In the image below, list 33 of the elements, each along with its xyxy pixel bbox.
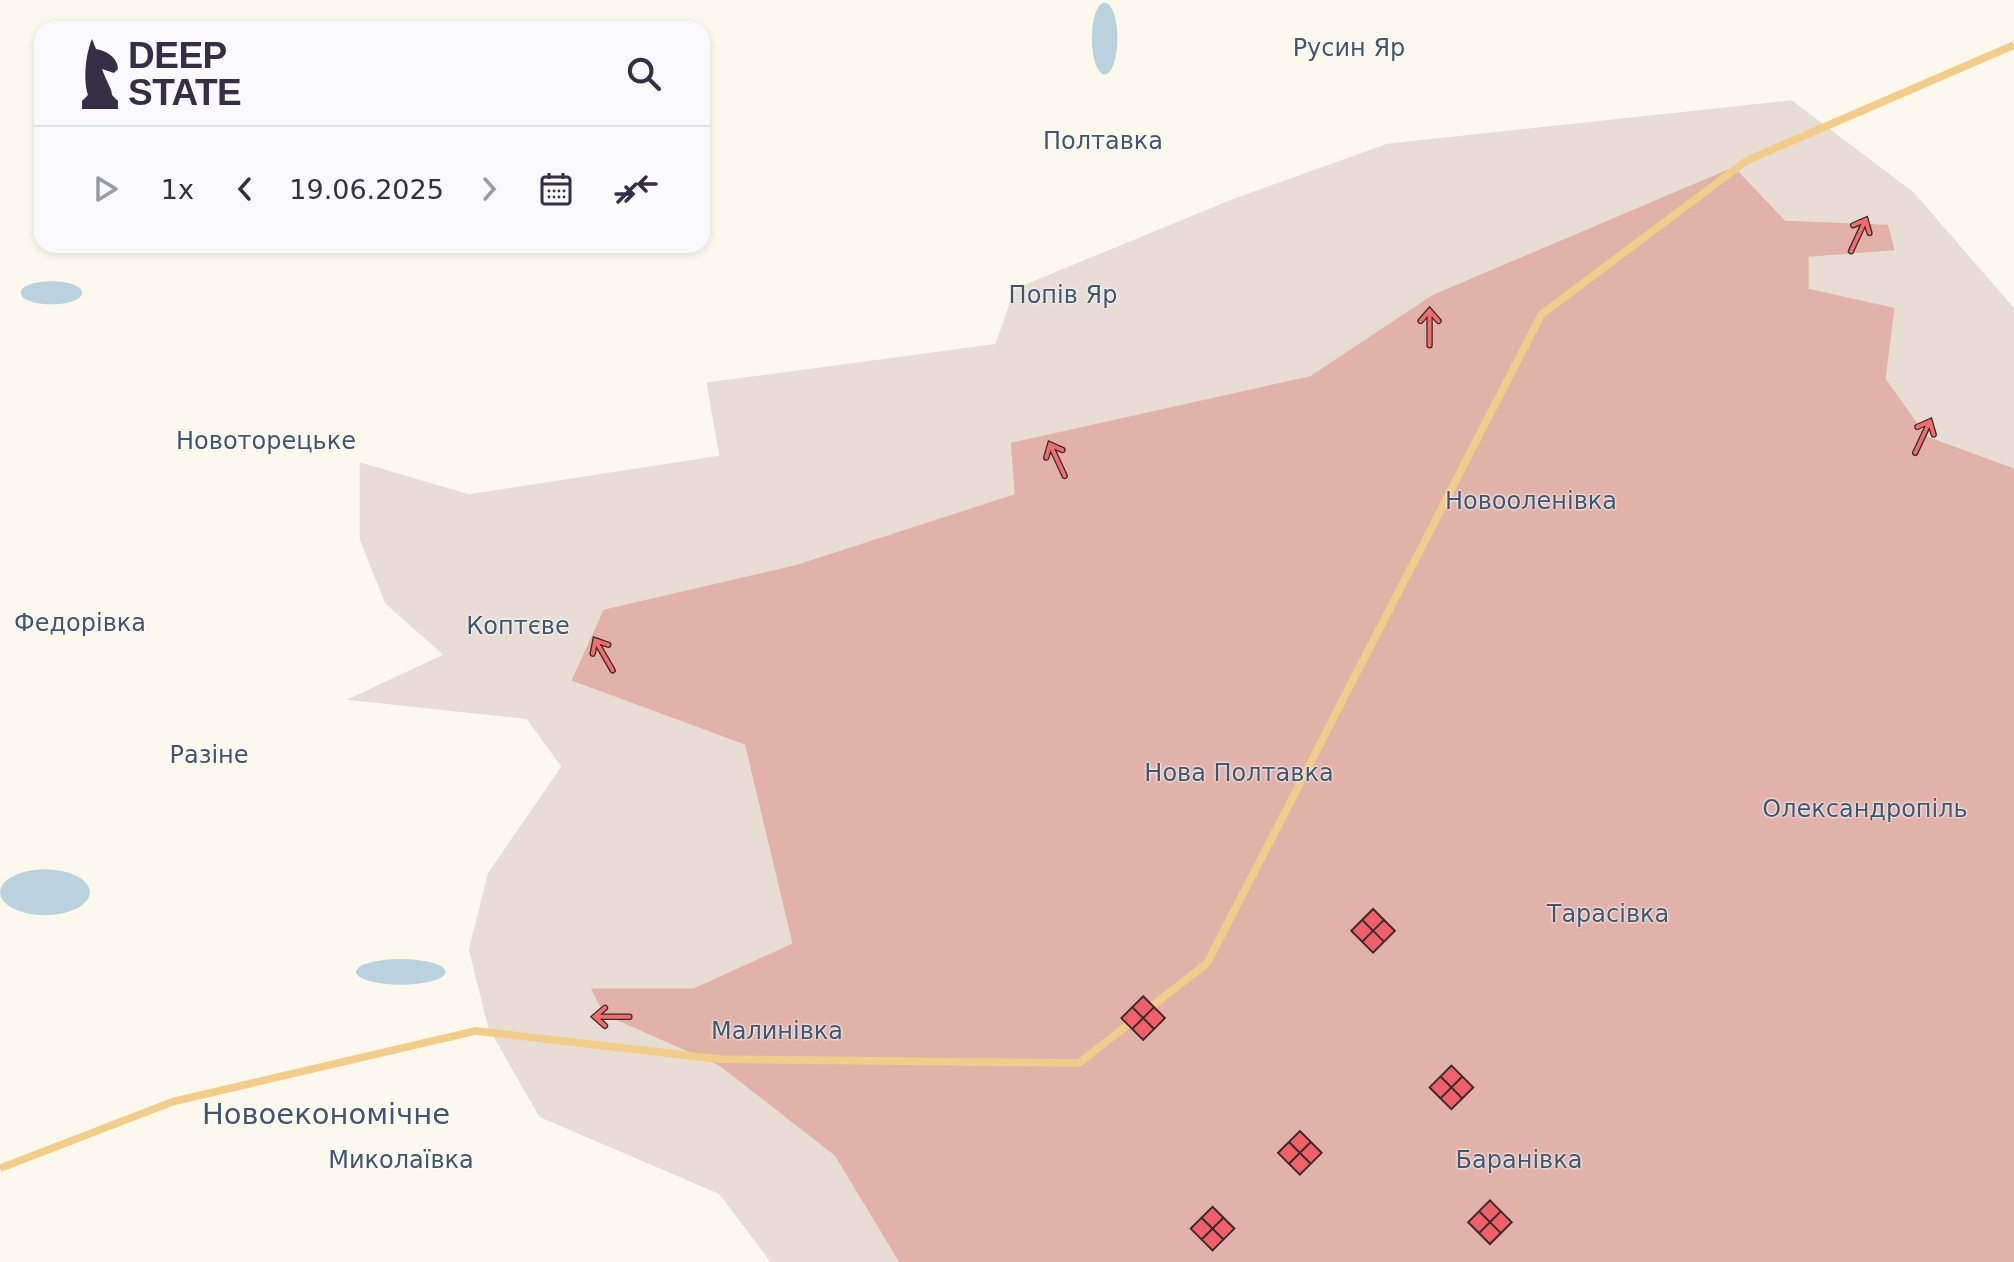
attack-arrow-icon: [1847, 215, 1873, 255]
diamond-marker-icon: [1349, 907, 1397, 954]
logo-text: DEEP: [128, 37, 228, 74]
place-label: Полтавка: [1042, 127, 1164, 155]
place-label: Попів Яр: [1008, 281, 1118, 309]
place-label: Миколаївка: [328, 1146, 474, 1174]
diamond-marker-icon: [1119, 994, 1167, 1042]
logo-text: STATE: [128, 74, 242, 111]
attack-arrow-icon: [1417, 305, 1442, 349]
place-label: Тарасівка: [1546, 900, 1670, 928]
place-label: Малинівка: [710, 1017, 844, 1045]
knight-logo-icon: [82, 39, 120, 109]
place-label: Русин Яр: [1292, 34, 1406, 62]
attack-arrow-icon: [1043, 440, 1068, 480]
place-label: Нова Полтавка: [1144, 759, 1334, 787]
diamond-marker-icon: [1466, 1199, 1514, 1246]
place-label: Новоекономічне: [201, 1097, 451, 1131]
place-label: Коптєве: [466, 612, 570, 640]
place-label: Баранівка: [1455, 1146, 1583, 1174]
speed-button[interactable]: 1x: [156, 169, 198, 209]
place-label: Олександропіль: [1762, 795, 1968, 823]
attack-arrow-icon: [1912, 416, 1937, 456]
place-label: Разіне: [169, 741, 249, 769]
date-text: 19.06.2025: [289, 173, 444, 205]
diamond-marker-icon: [1276, 1129, 1324, 1177]
place-label: Новооленівка: [1444, 487, 1618, 515]
place-label: Федорівка: [14, 609, 146, 637]
diamond-marker-icon: [1428, 1064, 1475, 1111]
attack-arrow-icon: [589, 636, 616, 674]
chevron-right-icon: [480, 175, 499, 203]
place-label: Новоторецьке: [176, 427, 356, 455]
diamond-marker-icon: [1189, 1205, 1236, 1252]
attack-arrow-icon: [589, 1004, 633, 1029]
